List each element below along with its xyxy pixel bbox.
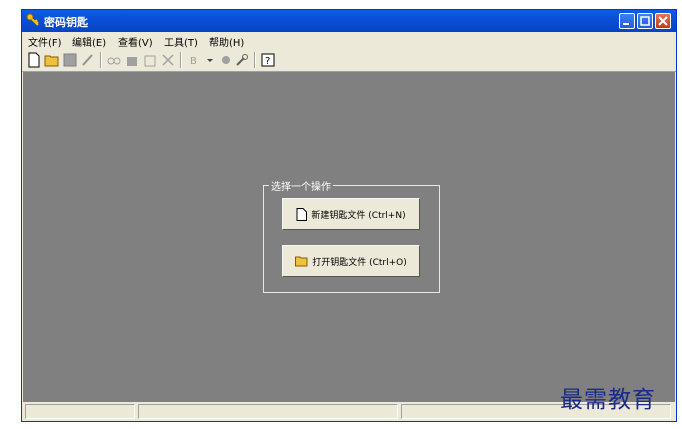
toolbar-separator [254, 52, 256, 68]
key-app-icon [26, 13, 39, 26]
main-client-area: 选择一个操作 新建钥匙文件 (Ctrl+N) 打开钥匙文件 (Ctrl+O) [23, 72, 675, 402]
open-key-file-label: 打开钥匙文件 (Ctrl+O) [312, 257, 407, 268]
remove-icon[interactable] [160, 52, 176, 68]
find-icon[interactable] [106, 52, 122, 68]
window-title: 密码钥匙 [44, 16, 88, 29]
dropdown-arrow-icon[interactable] [202, 52, 218, 68]
app-window: 密码钥匙 文件(F) 编辑(E) 查看(V) 工具(T) 帮助(H) B ? 选… [21, 9, 677, 422]
brush-icon[interactable] [80, 52, 96, 68]
status-pane [138, 404, 398, 419]
open-key-file-button[interactable]: 打开钥匙文件 (Ctrl+O) [282, 245, 420, 277]
new-file-icon[interactable] [26, 52, 42, 68]
toolbar-separator [180, 52, 182, 68]
new-key-file-label: 新建钥匙文件 (Ctrl+N) [311, 210, 406, 221]
title-bar: 密码钥匙 [22, 10, 676, 32]
new-key-file-button[interactable]: 新建钥匙文件 (Ctrl+N) [282, 198, 420, 230]
action-group: 选择一个操作 新建钥匙文件 (Ctrl+N) 打开钥匙文件 (Ctrl+O) [263, 178, 440, 293]
menu-tools[interactable]: 工具(T) [164, 34, 198, 49]
menu-bar: 文件(F) 编辑(E) 查看(V) 工具(T) 帮助(H) [22, 32, 676, 49]
watermark-text: 最需教育 [560, 387, 656, 413]
toolbar: B ? [22, 49, 676, 72]
menu-view[interactable]: 查看(V) [118, 34, 153, 49]
maximize-button[interactable] [637, 13, 653, 29]
menu-edit[interactable]: 编辑(E) [72, 34, 106, 49]
wrench-icon[interactable] [234, 52, 250, 68]
maximize-icon [640, 16, 650, 26]
group-label: 选择一个操作 [269, 178, 333, 193]
open-folder-icon [295, 256, 308, 267]
close-icon [658, 16, 668, 26]
open-folder-icon[interactable] [44, 52, 60, 68]
new-file-icon [296, 207, 308, 221]
menu-help[interactable]: 帮助(H) [209, 34, 244, 49]
toolbar-separator [100, 52, 102, 68]
close-button[interactable] [655, 13, 671, 29]
bold-icon[interactable]: B [186, 52, 202, 68]
delete-icon[interactable] [124, 52, 140, 68]
record-icon[interactable] [218, 52, 234, 68]
svg-text:B: B [190, 56, 197, 67]
svg-text:?: ? [265, 56, 270, 67]
minimize-icon [623, 23, 629, 25]
properties-icon[interactable] [142, 52, 158, 68]
save-icon[interactable] [62, 52, 78, 68]
help-icon[interactable]: ? [260, 52, 276, 68]
minimize-button[interactable] [619, 13, 635, 29]
status-pane [25, 404, 135, 419]
menu-file[interactable]: 文件(F) [28, 34, 62, 49]
